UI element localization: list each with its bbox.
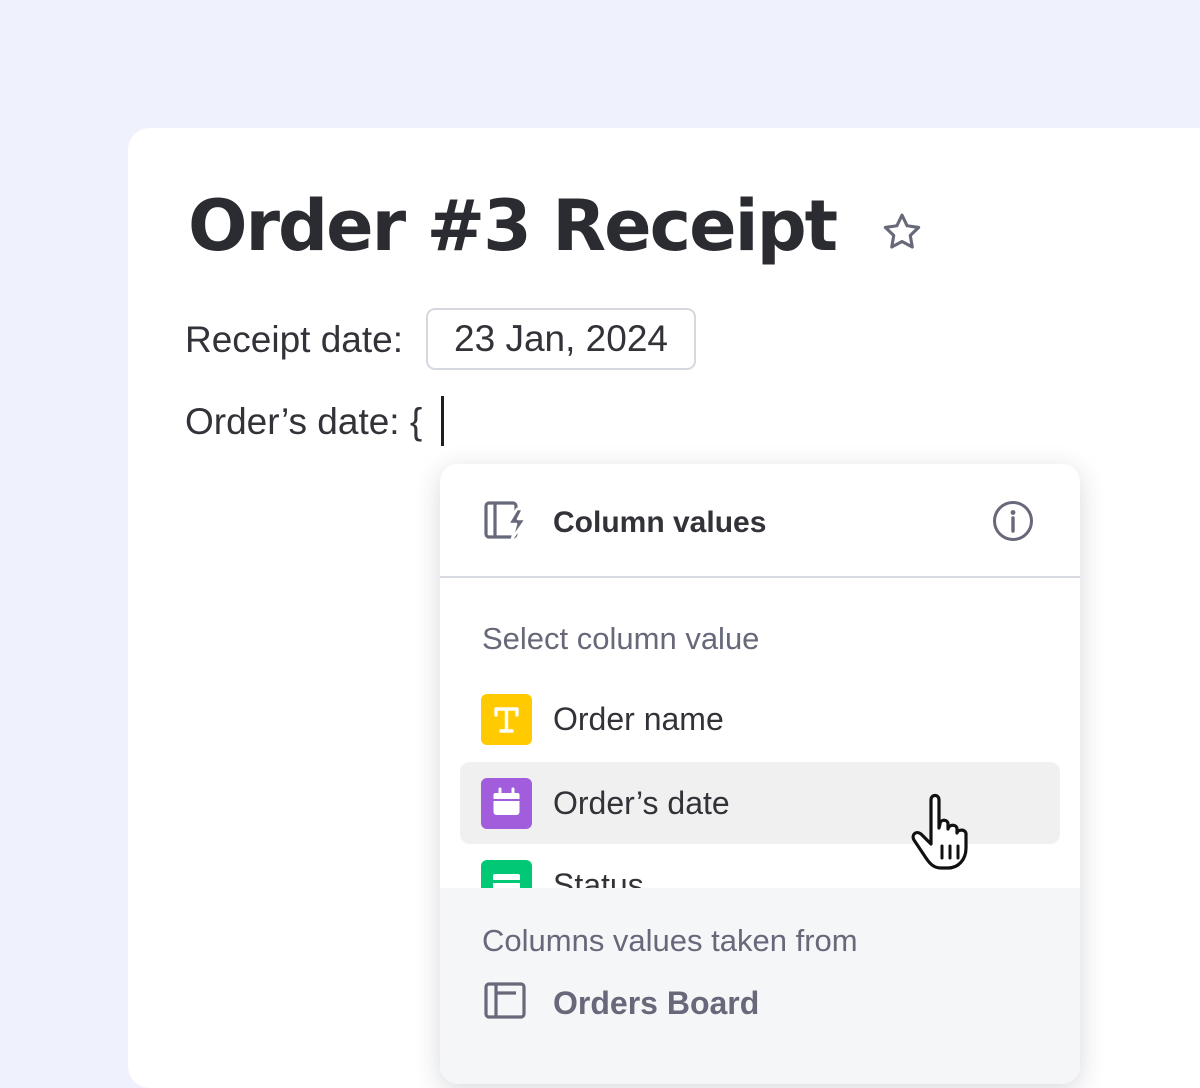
board-icon: [484, 982, 526, 1019]
receipt-date-label: Receipt date:: [185, 319, 404, 360]
star-icon[interactable]: [880, 210, 924, 254]
status-icon: [481, 860, 532, 888]
section-label: Select column value: [482, 621, 760, 656]
footer-label: Columns values taken from: [482, 923, 858, 958]
option-label: Order’s date: [553, 785, 730, 821]
popover-header: Column values: [440, 464, 1080, 578]
column-lightning-icon: [484, 501, 528, 541]
column-values-popover: Column values Select column value Order …: [440, 464, 1080, 1084]
hand-cursor-icon: [911, 793, 968, 870]
info-icon[interactable]: [992, 500, 1034, 542]
popover-title: Column values: [553, 506, 767, 539]
option-order-name[interactable]: Order name: [460, 678, 1060, 760]
text-caret: [441, 396, 444, 446]
board-link[interactable]: Orders Board: [553, 982, 759, 1024]
page-title: Order #3 Receipt: [188, 185, 838, 267]
receipt-date-chip[interactable]: 23 Jan, 2024: [426, 308, 696, 370]
calendar-icon: [481, 778, 532, 829]
order-date-label[interactable]: Order’s date: {: [185, 400, 422, 444]
option-label: Status: [553, 867, 644, 888]
option-label: Order name: [553, 701, 724, 737]
text-type-icon: [481, 694, 532, 745]
popover-footer: Columns values taken from Orders Board: [440, 888, 1080, 1084]
